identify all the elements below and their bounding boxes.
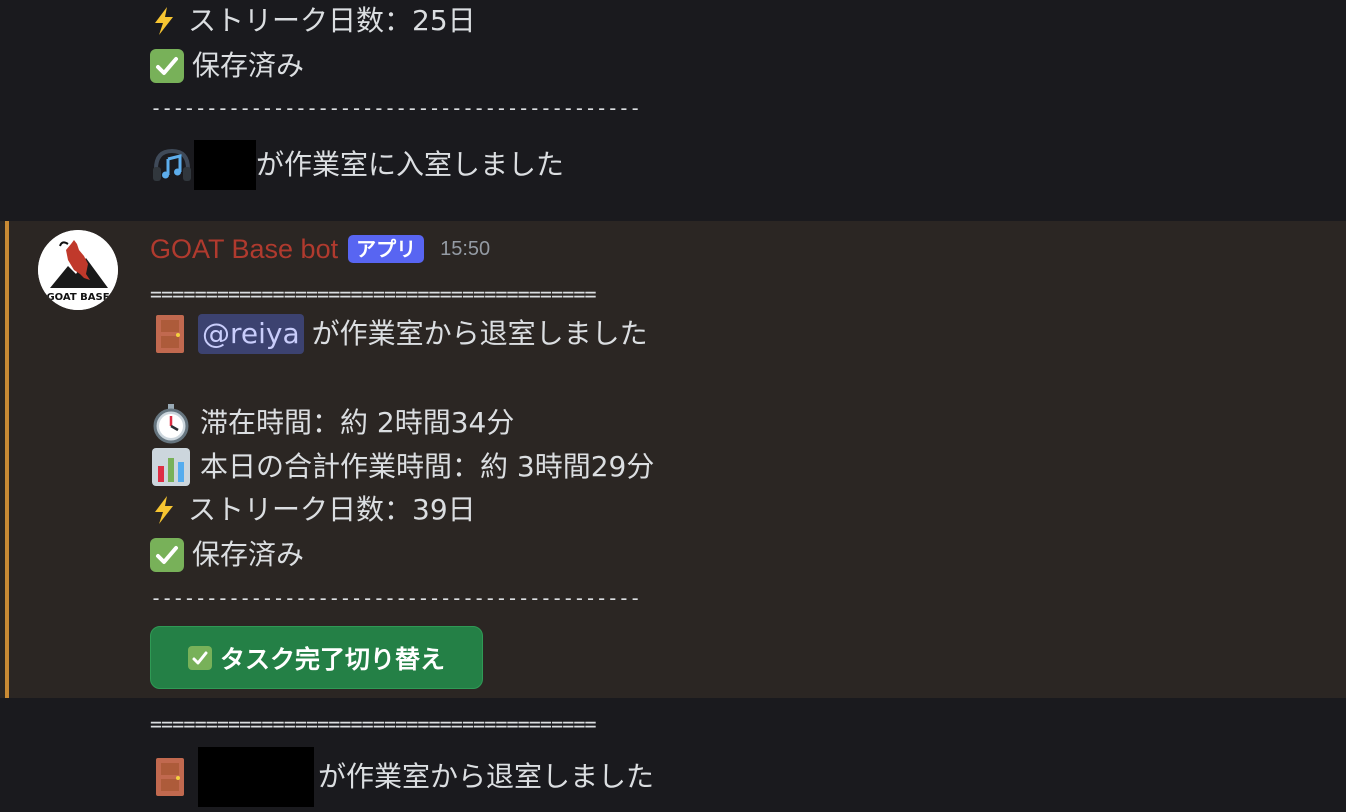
- separator-equals: ========================================: [150, 282, 597, 306]
- streak-text: ストリーク日数：25日: [188, 4, 476, 37]
- stopwatch-icon: [150, 402, 192, 444]
- avatar-label: GOAT BASE: [46, 292, 109, 303]
- stay-time-text: 滞在時間：約 2時間34分: [200, 406, 515, 439]
- exit-line: @reiya が作業室から退室しました: [150, 313, 648, 355]
- saved-line: 保存済み: [150, 535, 304, 575]
- separator-dashes: ----------------------------------------…: [150, 586, 641, 610]
- lightning-icon: [150, 6, 178, 36]
- saved-line: 保存済み: [150, 46, 304, 86]
- headphones-icon: [150, 143, 194, 187]
- chat-message-list: ストリーク日数：25日 保存済み -----------------------…: [0, 0, 1346, 812]
- streak-line: ストリーク日数：25日: [150, 1, 476, 41]
- total-time-line: 本日の合計作業時間：約 3時間29分: [150, 446, 654, 488]
- toggle-task-complete-button[interactable]: タスク完了切り替え: [150, 626, 483, 689]
- redacted-username: [194, 140, 256, 190]
- entered-text: が作業室に入室しました: [256, 148, 565, 181]
- separator-dashes: ----------------------------------------…: [150, 96, 641, 120]
- bot-avatar[interactable]: GOAT BASE: [38, 230, 118, 310]
- streak-line: ストリーク日数：39日: [150, 490, 476, 530]
- entered-line: が作業室に入室しました: [150, 140, 564, 190]
- lightning-icon: [150, 495, 178, 525]
- door-icon: [150, 313, 190, 355]
- exit-text: が作業室から退室しました: [318, 760, 655, 793]
- button-label: タスク完了切り替え: [219, 644, 445, 674]
- saved-text: 保存済み: [192, 538, 305, 571]
- author-name[interactable]: GOAT Base bot: [150, 234, 338, 265]
- check-mark-icon: [150, 538, 184, 572]
- door-icon: [150, 756, 190, 798]
- redacted-username: [198, 747, 314, 807]
- exit-text: が作業室から退室しました: [311, 317, 648, 350]
- bar-chart-icon: [150, 446, 192, 488]
- exit-line: が作業室から退室しました: [150, 747, 654, 807]
- message-timestamp[interactable]: 15:50: [440, 238, 490, 261]
- separator-equals: ========================================: [150, 712, 597, 736]
- app-badge: アプリ: [348, 235, 425, 263]
- stay-time-line: 滞在時間：約 2時間34分: [150, 402, 514, 444]
- saved-text: 保存済み: [192, 49, 305, 82]
- user-mention[interactable]: @reiya: [198, 314, 304, 354]
- check-mark-icon: [187, 645, 212, 670]
- check-mark-icon: [150, 49, 184, 83]
- message-header: GOAT Base bot アプリ 15:50: [150, 229, 490, 269]
- total-time-text: 本日の合計作業時間：約 3時間29分: [200, 450, 655, 483]
- highlight-accent-bar: [5, 221, 9, 698]
- streak-text: ストリーク日数：39日: [188, 493, 476, 526]
